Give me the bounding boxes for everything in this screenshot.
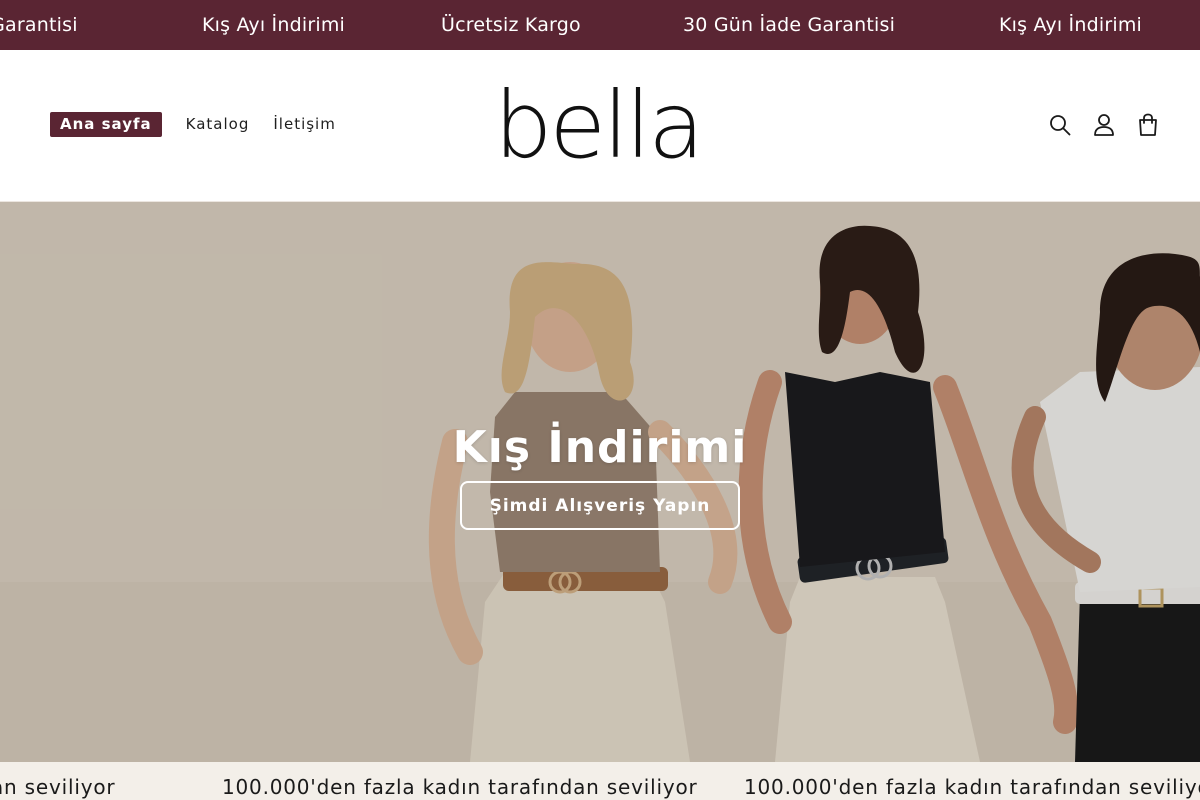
header-icons xyxy=(1048,109,1160,141)
announcement-item: e Garantisi xyxy=(0,14,78,36)
nav-item-home[interactable]: Ana sayfa xyxy=(50,112,162,137)
hero-title: Kış İndirimi xyxy=(452,422,748,473)
marquee-item: 100.000'den fazla kadın tarafından sevil… xyxy=(222,775,698,799)
site-header: Ana sayfa Katalog İletişim bella xyxy=(0,50,1200,202)
marquee-item: 100.000'den fazla kadın tarafından sevil… xyxy=(744,775,1200,799)
search-icon[interactable] xyxy=(1048,109,1072,141)
nav-item-contact[interactable]: İletişim xyxy=(273,112,335,137)
main-nav: Ana sayfa Katalog İletişim xyxy=(50,112,360,137)
nav-item-catalog[interactable]: Katalog xyxy=(186,112,250,137)
account-icon[interactable] xyxy=(1092,109,1116,141)
announcement-item: Kış Ayı İndirimi xyxy=(999,14,1143,36)
announcement-item: Ücretsiz Kargo xyxy=(441,14,581,36)
hero-content: Kış İndirimi Şimdi Alışveriş Yapın xyxy=(0,422,1200,530)
shop-now-button[interactable]: Şimdi Alışveriş Yapın xyxy=(459,481,741,530)
marquee-item: ndan seviliyor xyxy=(0,775,116,799)
cart-icon[interactable] xyxy=(1136,109,1160,141)
brand-logo[interactable]: bella xyxy=(494,72,705,180)
announcement-bar: e Garantisi Kış Ayı İndirimi Ücretsiz Ka… xyxy=(0,0,1200,50)
hero-banner[interactable]: Kış İndirimi Şimdi Alışveriş Yapın xyxy=(0,202,1200,762)
announcement-item: Kış Ayı İndirimi xyxy=(202,14,346,36)
announcement-item: 30 Gün İade Garantisi xyxy=(683,14,896,36)
testimonial-marquee: ndan seviliyor 100.000'den fazla kadın t… xyxy=(0,762,1200,800)
